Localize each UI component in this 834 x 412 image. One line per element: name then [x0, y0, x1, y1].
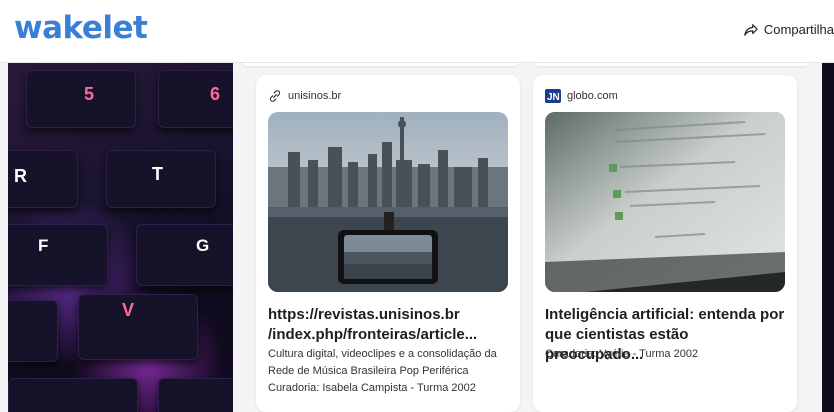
share-button[interactable]: Compartilha [744, 22, 834, 37]
link-card[interactable]: JN globo.com Inteligência artificial: en… [533, 75, 797, 412]
key-5: 5 [26, 70, 136, 128]
globo-logo-icon: JN [545, 89, 561, 103]
key-blank [158, 378, 233, 412]
share-icon [744, 23, 758, 36]
key-label: 5 [84, 84, 95, 104]
next-card-edge [822, 62, 834, 412]
link-card[interactable]: unisinos.br https://revistas.unisinos.br… [256, 75, 520, 412]
key-blank [8, 300, 58, 362]
key-label: T [152, 164, 163, 184]
svg-text:JN: JN [547, 92, 560, 103]
card-title[interactable]: https://revistas.unisinos.br /index.php/… [268, 305, 513, 345]
wakelet-logo[interactable]: wakelet [14, 10, 148, 46]
top-bar: wakelet Compartilha [0, 0, 834, 63]
card-curator: Curadoria: Isabela Campista - Turma 2002 [268, 382, 476, 394]
key-label: G [196, 236, 210, 255]
card-description: Cultura digital, videoclipes e a consoli… [268, 348, 497, 377]
link-icon [268, 89, 282, 103]
share-label: Compartilha [763, 22, 834, 37]
key-r: R [8, 150, 78, 208]
key-blank [8, 378, 138, 412]
key-f: F [8, 224, 108, 286]
card-thumbnail [545, 112, 785, 292]
card-thumbnail [268, 112, 508, 292]
key-label: V [122, 300, 135, 320]
key-label: R [14, 166, 27, 186]
key-label: F [38, 236, 49, 255]
laptop-screen-photo [545, 112, 785, 292]
key-6: 6 [158, 70, 233, 128]
source-domain: globo.com [567, 90, 618, 102]
card-source: unisinos.br [268, 89, 341, 103]
key-g: G [136, 224, 233, 286]
card-source: JN globo.com [545, 89, 618, 103]
source-domain: unisinos.br [288, 90, 342, 102]
city-phone-photo [268, 112, 508, 292]
key-v: V [78, 294, 198, 360]
key-label: 6 [210, 84, 221, 104]
key-t: T [106, 150, 216, 208]
card-curator: Curadoria: Vyétia - Turma 2002 [545, 348, 699, 360]
collection-cover-image: 5 6 R T F G V [8, 62, 233, 412]
